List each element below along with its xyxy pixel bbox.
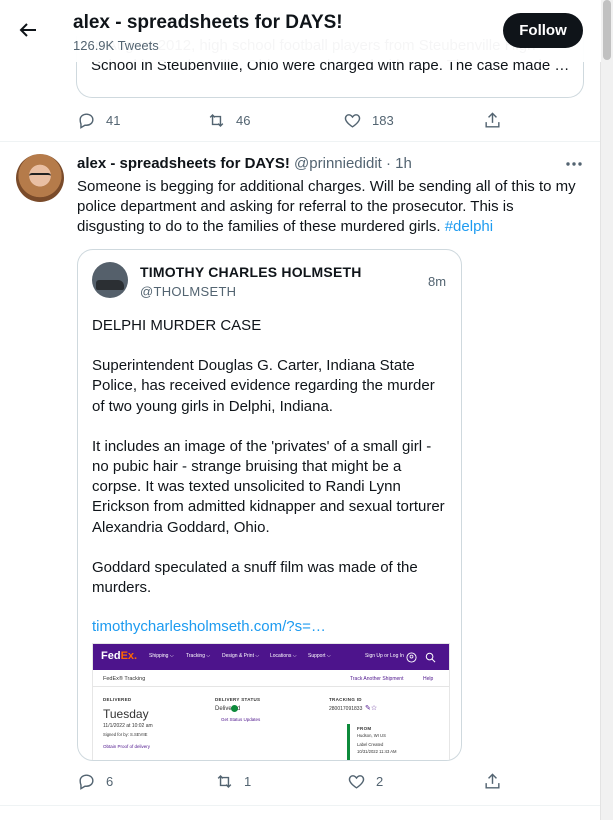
quoted-author-handle: @THOLMSETH [140,284,237,299]
retweet-icon [207,111,226,130]
profile-header: alex - spreadsheets for DAYS! 126.9K Twe… [0,0,601,62]
heart-icon [343,111,362,130]
previous-tweet-actions: 41 46 183 [77,111,582,131]
tweet-divider [0,805,601,806]
fedex-nav-item: Locations ⌵ [270,653,297,659]
fedex-help: Help [423,676,434,682]
fedex-updates-link: Get Status Updates [221,717,261,722]
quoted-avatar [92,262,128,298]
quoted-paragraph: Goddard speculated a snuff film was made… [92,558,418,597]
scrollbar[interactable] [600,0,613,820]
like-count: 183 [372,113,394,128]
author-name[interactable]: alex - spreadsheets for DAYS! [77,155,290,172]
quoted-time: 8m [428,274,447,289]
heart-icon [347,772,366,791]
tweet-body-text: Someone is begging for additional charge… [77,178,576,235]
like-button[interactable]: 2 [347,772,383,791]
hashtag-link[interactable]: #delphi [445,218,493,235]
fedex-tracking-title: FedEx® Tracking [103,676,146,682]
fedex-tracking-image[interactable]: FedEx. Shipping ⌵ Tracking ⌵ Design & Pr… [92,643,450,760]
fedex-subheader: FedEx® Tracking Track Another Shipment H… [93,674,449,687]
quoted-tweet-card[interactable]: TIMOTHY CHARLES HOLMSETH @THOLMSETH 8m D… [77,249,462,761]
tweet-divider [0,141,601,142]
edit-star-icon: ✎☆ [365,705,378,712]
page-title: alex - spreadsheets for DAYS! [73,12,343,33]
fedex-day: Tuesday [103,707,149,721]
back-button[interactable] [18,20,38,40]
back-arrow-icon [18,20,38,40]
retweet-button[interactable]: 46 [207,111,250,130]
share-icon [483,111,502,130]
more-dots-icon [564,156,584,172]
separator-dot: · [386,155,391,172]
tweet-header: alex - spreadsheets for DAYS! @prinniedi… [77,155,412,172]
fedex-created: 10/31/2022 11:43 AM [357,749,397,754]
fedex-tracking-id: 280017091833 [329,706,363,712]
search-icon [425,650,436,663]
avatar[interactable] [16,154,64,202]
reply-button[interactable]: 41 [77,111,120,130]
share-button[interactable] [483,772,502,791]
reply-icon [77,111,96,130]
fedex-date: 11/1/2022 at 10:02 am [103,723,153,729]
reply-button[interactable]: 6 [77,772,113,791]
fedex-delivered-label: DELIVERED [103,697,132,702]
tweet-count: 126.9K Tweets [73,38,159,53]
retweet-count: 46 [236,113,251,128]
share-button[interactable] [483,111,502,130]
fedex-signin: Sign Up or Log In [365,653,404,659]
tweet-time[interactable]: 1h [395,155,412,172]
quoted-link[interactable]: timothycharlesholmseth.com/?s=… [92,618,326,635]
check-circle-icon [231,705,238,712]
fedex-track-another: Track Another Shipment [350,676,404,682]
retweet-icon [215,772,234,791]
fedex-created-label: Label Created [357,742,384,747]
quoted-paragraph: It includes an image of the 'privates' o… [92,437,445,536]
quoted-author-name: TIMOTHY CHARLES HOLMSETH [140,264,362,280]
fedex-logo: FedEx. [101,650,138,662]
user-icon [406,650,417,663]
like-count: 2 [376,774,384,789]
share-icon [483,772,502,791]
like-button[interactable]: 183 [343,111,394,130]
fedex-nav-item: Tracking ⌵ [186,653,211,659]
fedex-progress-bar [347,724,350,760]
fedex-from: Hudson, WI US [357,733,386,738]
fedex-status-label: DELIVERY STATUS [215,697,261,702]
quoted-paragraph: DELPHI MURDER CASE [92,317,262,334]
fedex-nav-item: Design & Print ⌵ [222,653,260,659]
quoted-paragraph: Superintendent Douglas G. Carter, Indian… [92,357,435,415]
reply-icon [77,772,96,791]
quoted-text: DELPHI MURDER CASE Superintendent Dougla… [92,316,446,618]
tweet-actions: 6 1 2 [77,772,582,792]
reply-count: 41 [106,113,121,128]
fedex-tracking-label: TRACKING ID [329,697,362,702]
fedex-from-label: FROM [357,726,372,731]
more-options-button[interactable] [564,156,584,172]
tweet-text: Someone is begging for additional charge… [77,177,582,237]
follow-button[interactable]: Follow [503,13,583,48]
fedex-nav-bar: FedEx. Shipping ⌵ Tracking ⌵ Design & Pr… [93,644,449,670]
fedex-nav-item: Shipping ⌵ [149,653,174,659]
retweet-count: 1 [244,774,252,789]
fedex-proof-link: Obtain Proof of delivery [103,744,151,749]
scrollbar-thumb[interactable] [603,0,611,60]
fedex-signed: Signed for by: S.SEVIIE [103,732,148,737]
reply-count: 6 [106,774,114,789]
retweet-button[interactable]: 1 [215,772,251,791]
author-handle[interactable]: @prinniedidit [294,155,382,172]
fedex-nav-item: Support ⌵ [308,653,331,659]
